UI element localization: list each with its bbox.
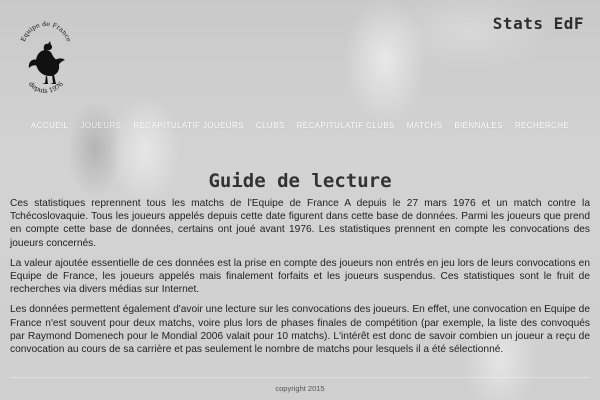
paragraph: La valeur ajoutée essentielle de ces don… bbox=[10, 257, 590, 296]
nav-item-recap-joueurs[interactable]: RÉCAPITULATIF JOUEURS bbox=[127, 121, 250, 130]
nav-item-recap-clubs[interactable]: RÉCAPITULATIF CLUBS bbox=[291, 121, 401, 130]
paragraph: Ces statistiques reprennent tous les mat… bbox=[10, 198, 590, 249]
rooster-logo[interactable]: Equipe de France depuis 1976 bbox=[18, 8, 74, 104]
site-title[interactable]: Stats EdF bbox=[493, 14, 584, 33]
nav-item-joueurs[interactable]: JOUEURS bbox=[74, 121, 127, 130]
nav-item-matchs[interactable]: MATCHS bbox=[401, 121, 449, 130]
nav-item-recherche[interactable]: RECHERCHE bbox=[509, 121, 575, 130]
nav-item-accueil[interactable]: ACCUEIL bbox=[25, 121, 74, 130]
logo-text-top: Equipe de France bbox=[20, 21, 72, 43]
svg-text:Equipe de France: Equipe de France bbox=[20, 21, 72, 43]
guide-content: Ces statistiques reprennent tous les mat… bbox=[10, 197, 590, 363]
nav-item-clubs[interactable]: CLUBS bbox=[250, 121, 291, 130]
page-title: Guide de lecture bbox=[208, 170, 392, 192]
nav-item-biennales[interactable]: BIENNALES bbox=[448, 121, 509, 130]
copyright: copyright 2015 bbox=[275, 384, 325, 393]
main-nav: ACCUEIL JOUEURS RÉCAPITULATIF JOUEURS CL… bbox=[0, 115, 600, 135]
paragraph: Les données permettent également d'avoir… bbox=[10, 304, 590, 356]
footer-divider bbox=[10, 377, 590, 378]
